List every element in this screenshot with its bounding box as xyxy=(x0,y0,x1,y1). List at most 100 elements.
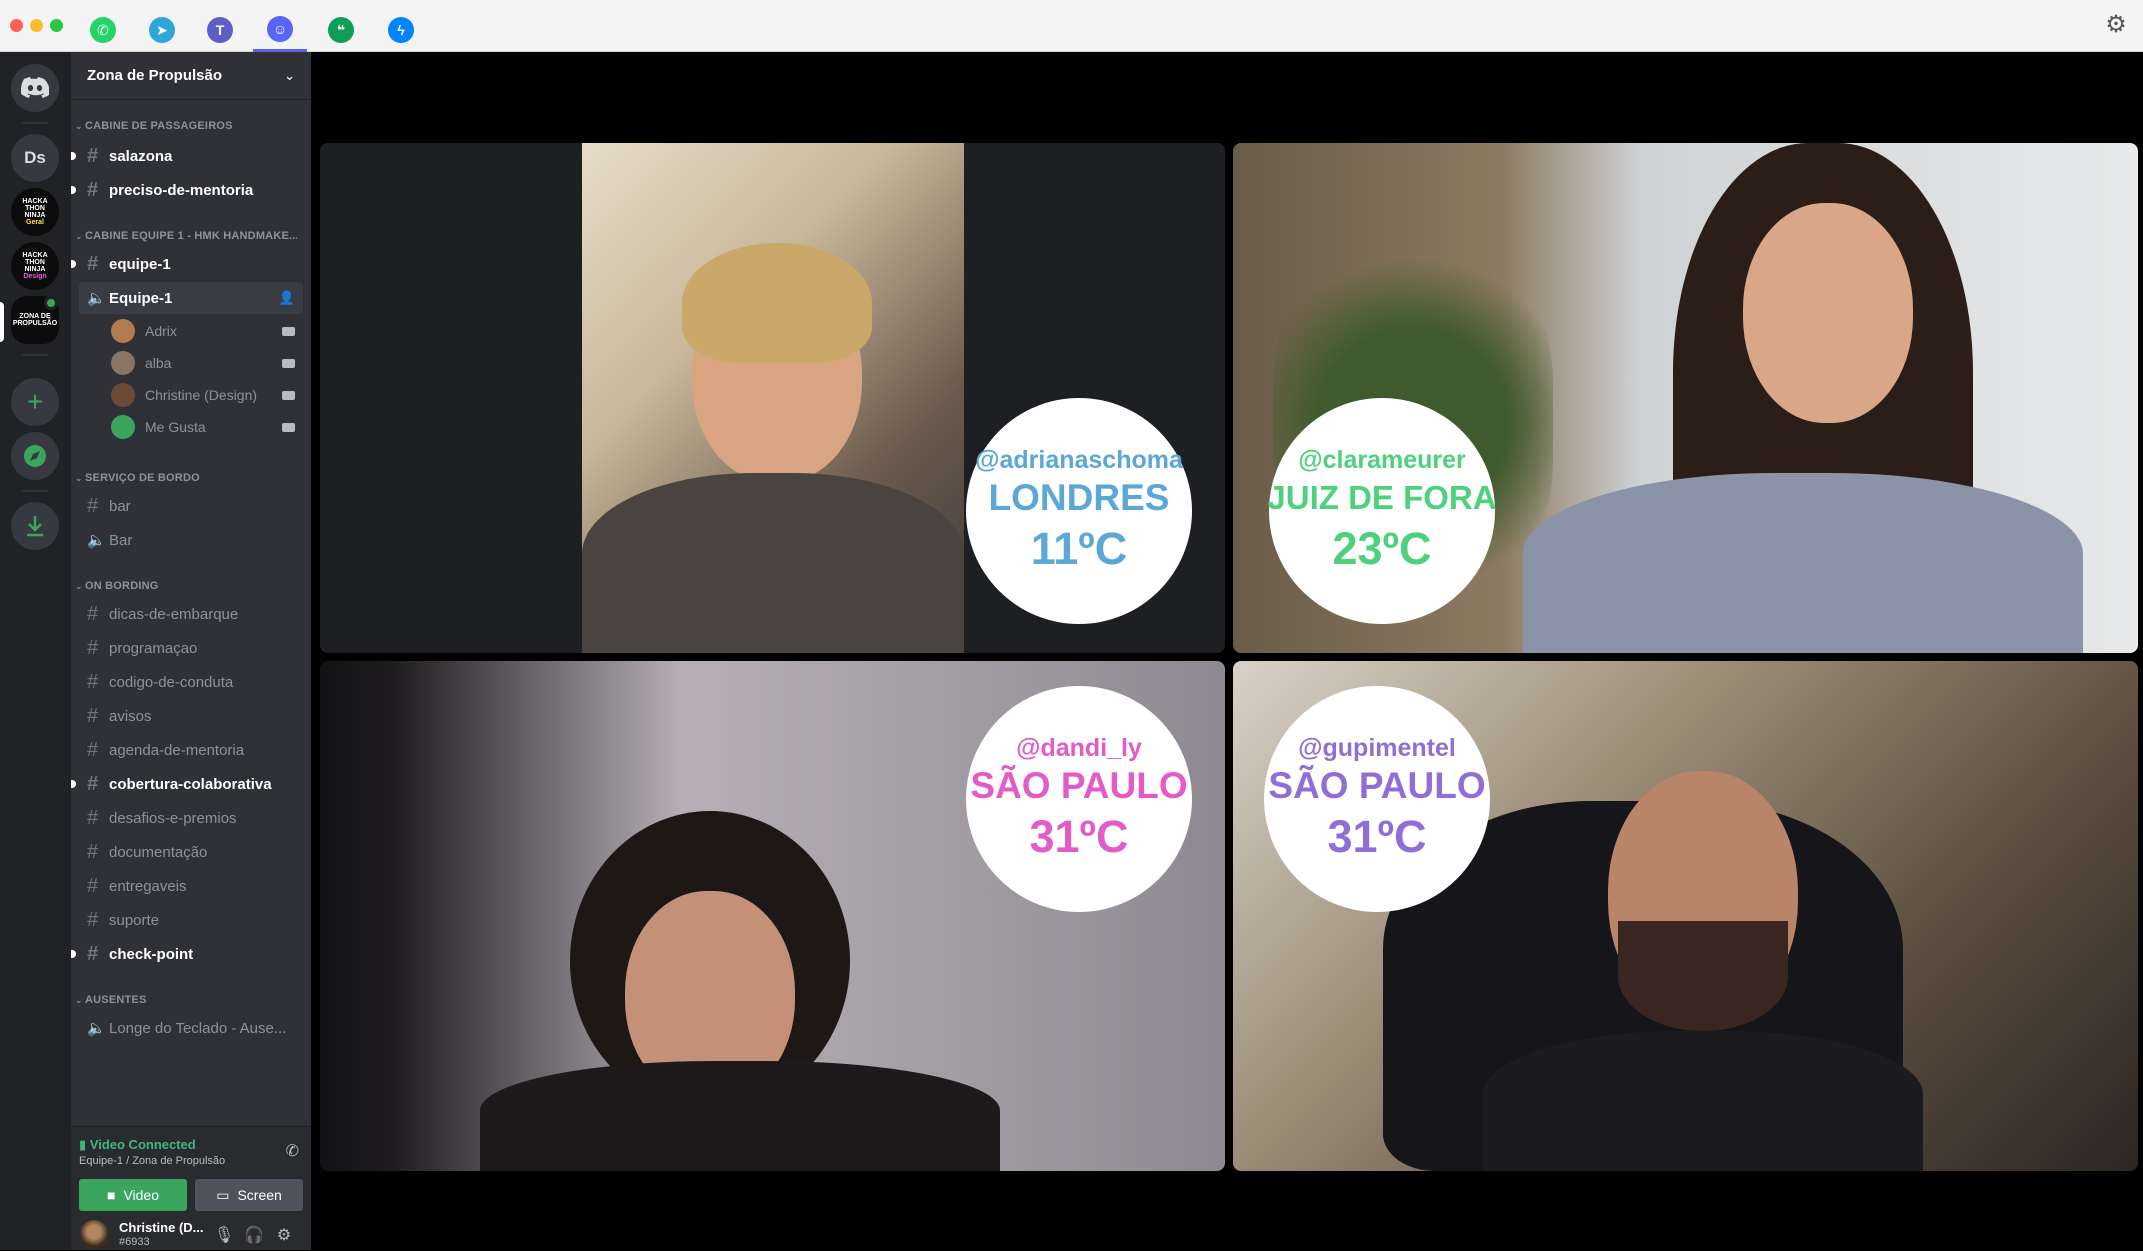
person-hair xyxy=(682,243,872,363)
voice-user-christine[interactable]: Christine (Design) xyxy=(111,380,303,410)
hashtag-icon: # xyxy=(87,772,99,795)
discord-icon: ☺ xyxy=(267,15,293,42)
category-cabine-equipe[interactable]: ⌄ CABINE EQUIPE 1 - HMK HANDMAKE... xyxy=(75,230,297,242)
channel-salazona[interactable]: # salazona xyxy=(79,140,303,172)
weather-badge: @adrianaschoma LONDRES 11ºC xyxy=(966,398,1192,624)
channel-longe-do-teclado[interactable]: 🔈 Longe do Teclado - Ause... xyxy=(79,1012,303,1044)
voice-location[interactable]: Equipe-1 / Zona de Propulsão xyxy=(79,1155,225,1167)
voice-connection-panel: ▮ Video Connected Equipe-1 / Zona de Pro… xyxy=(71,1126,311,1250)
hashtag-icon: # xyxy=(87,636,99,659)
settings-gear-icon[interactable]: ⚙ xyxy=(2103,12,2129,38)
hangouts-app-tab[interactable]: ❝ xyxy=(314,8,368,52)
server-hackathon-geral[interactable]: HACKA THON NINJA Geral xyxy=(11,188,59,236)
discord-home-button[interactable] xyxy=(11,64,59,112)
channel-desafios-e-premios[interactable]: # desafios-e-premios xyxy=(79,802,303,834)
channel-bar-voice[interactable]: 🔈 Bar xyxy=(79,524,303,556)
video-tile-clarameurer[interactable]: @clarameurer JUIZ DE FORA 23ºC xyxy=(1233,143,2138,653)
unread-indicator xyxy=(71,260,76,268)
disconnect-icon[interactable]: ✆ xyxy=(286,1141,299,1161)
camera-on-icon xyxy=(282,326,295,336)
explore-servers-button[interactable] xyxy=(11,432,59,480)
chevron-down-icon: ⌄ xyxy=(284,67,295,83)
microphone-icon[interactable]: 🎙 xyxy=(209,1225,239,1245)
avatar xyxy=(111,383,135,407)
channel-codigo-de-conduta[interactable]: # codigo-de-conduta xyxy=(79,666,303,698)
channel-equipe-1-voice[interactable]: 🔈 Equipe-1 👤 xyxy=(79,282,303,314)
voice-user-alba[interactable]: alba xyxy=(111,348,303,378)
zoom-window-button[interactable] xyxy=(50,19,63,32)
channel-equipe-1-text[interactable]: # equipe-1 xyxy=(79,248,303,280)
guild-header[interactable]: Zona de Propulsão ⌄ xyxy=(71,52,311,100)
channel-cobertura-colaborativa[interactable]: # cobertura-colaborativa xyxy=(79,768,303,800)
video-tile-dandi-ly[interactable]: @dandi_ly SÃO PAULO 31ºC xyxy=(320,661,1225,1171)
minimize-window-button[interactable] xyxy=(30,19,43,32)
screen-icon: ▭ xyxy=(216,1186,230,1203)
unread-indicator xyxy=(71,780,76,788)
hashtag-thread-icon: # xyxy=(87,178,99,201)
add-server-button[interactable]: + xyxy=(11,378,59,426)
hashtag-icon: # xyxy=(87,942,99,965)
avatar xyxy=(111,415,135,439)
discord-app-tab[interactable]: ☺ xyxy=(253,8,307,52)
screen-share-button[interactable]: ▭ Screen xyxy=(195,1179,303,1211)
messenger-app-tab[interactable]: ϟ xyxy=(374,8,428,52)
channel-check-point[interactable]: # check-point xyxy=(79,938,303,970)
category-on-bording[interactable]: ⌄ ON BORDING xyxy=(75,580,297,592)
voice-user-adrix[interactable]: Adrix xyxy=(111,316,303,346)
invite-user-icon[interactable]: 👤 xyxy=(279,290,295,306)
unread-indicator xyxy=(71,186,76,194)
voice-active-badge xyxy=(44,296,58,310)
plus-icon: + xyxy=(26,386,44,417)
video-button[interactable]: ■ Video xyxy=(79,1179,187,1211)
channel-avisos[interactable]: # avisos xyxy=(79,700,303,732)
video-tile-gupimentel[interactable]: @gupimentel SÃO PAULO 31ºC xyxy=(1233,661,2138,1171)
download-icon xyxy=(27,516,43,537)
whatsapp-app-tab[interactable]: ✆ xyxy=(76,8,130,52)
teams-icon: T xyxy=(207,17,233,43)
channel-bar-text[interactable]: # bar xyxy=(79,490,303,522)
server-ds[interactable]: Ds xyxy=(11,134,59,182)
channel-documentacao[interactable]: # documentação xyxy=(79,836,303,868)
camera-on-icon xyxy=(282,390,295,400)
headphones-icon[interactable]: 🎧 xyxy=(239,1225,269,1245)
speaker-icon: 🔈 xyxy=(87,290,106,307)
user-settings-gear-icon[interactable]: ⚙ xyxy=(269,1225,299,1245)
channel-preciso-de-mentoria[interactable]: # preciso-de-mentoria xyxy=(79,174,303,206)
hashtag-icon: # xyxy=(87,602,99,625)
download-apps-button[interactable] xyxy=(11,502,59,550)
voice-user-me-gusta[interactable]: Me Gusta xyxy=(111,412,303,442)
user-name-tag[interactable]: Christine (D... #6933 xyxy=(119,1221,209,1249)
close-window-button[interactable] xyxy=(10,19,23,32)
video-tile-adrianaschoma[interactable]: @adrianaschoma LONDRES 11ºC xyxy=(320,143,1225,653)
weather-badge: @gupimentel SÃO PAULO 31ºC xyxy=(1264,686,1490,912)
telegram-icon: ➤ xyxy=(149,17,175,43)
channel-programacao[interactable]: # programaçao xyxy=(79,632,303,664)
speaker-icon: 🔈 xyxy=(87,1020,106,1037)
person-beard xyxy=(1618,921,1788,1031)
channel-suporte[interactable]: # suporte xyxy=(79,904,303,936)
teams-app-tab[interactable]: T xyxy=(193,8,247,52)
channel-dicas-de-embarque[interactable]: # dicas-de-embarque xyxy=(79,598,303,630)
category-servico-de-bordo[interactable]: ⌄ SERVIÇO DE BORDO xyxy=(75,472,297,484)
video-feed xyxy=(582,143,964,653)
telegram-app-tab[interactable]: ➤ xyxy=(135,8,189,52)
channel-entregaveis[interactable]: # entregaveis xyxy=(79,870,303,902)
rail-separator xyxy=(22,354,48,356)
server-hackathon-design[interactable]: HACKA THON NINJA Design xyxy=(11,242,59,290)
hashtag-icon: # xyxy=(87,908,99,931)
category-cabine-passageiros[interactable]: ⌄ CABINE DE PASSAGEIROS xyxy=(75,120,297,132)
person-shoulders xyxy=(1483,1031,1923,1171)
weather-badge: @dandi_ly SÃO PAULO 31ºC xyxy=(966,686,1192,912)
compass-icon xyxy=(24,445,46,467)
unread-indicator xyxy=(71,152,76,160)
weather-badge: @clarameurer JUIZ DE FORA 23ºC xyxy=(1267,398,1497,624)
person-shoulders xyxy=(480,1061,1000,1171)
hashtag-icon: # xyxy=(87,840,99,863)
category-ausentes[interactable]: ⌄ AUSENTES xyxy=(75,994,297,1006)
avatar[interactable] xyxy=(79,1220,109,1250)
video-grid: @adrianaschoma LONDRES 11ºC @clarameurer… xyxy=(311,52,2143,1250)
channel-agenda-de-mentoria[interactable]: # agenda-de-mentoria xyxy=(79,734,303,766)
hashtag-icon: # xyxy=(87,144,99,167)
discord-logo-icon xyxy=(21,77,49,98)
voice-status: ▮ Video Connected xyxy=(79,1137,196,1152)
